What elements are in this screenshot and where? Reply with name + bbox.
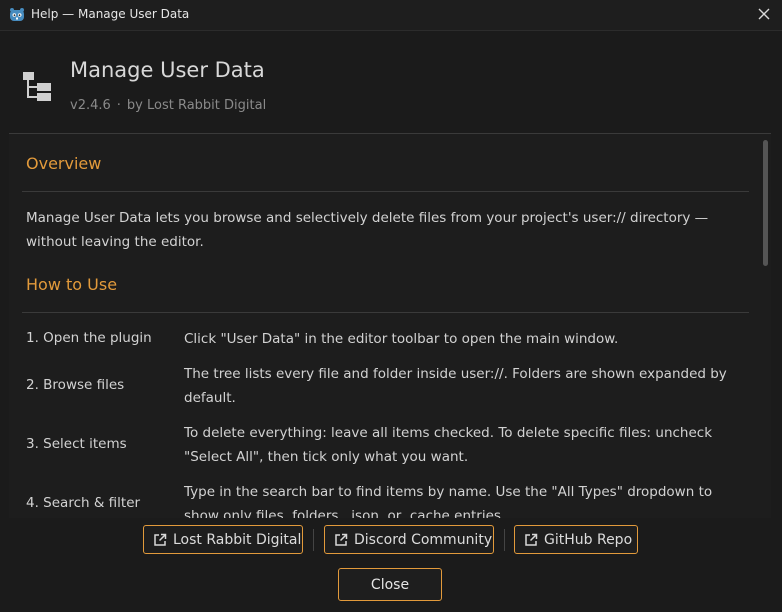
step-description: The tree lists every file and folder ins… [184, 366, 727, 406]
link-label: Lost Rabbit Digital [173, 531, 302, 548]
dialog-footer: Lost Rabbit Digital Discord Community Gi… [0, 518, 782, 612]
help-content-scroll[interactable]: Overview Manage User Data lets you brows… [9, 133, 771, 519]
title-bar: Help — Manage User Data [0, 0, 782, 31]
github-repo-link-button[interactable]: GitHub Repo [514, 525, 638, 554]
divider [22, 312, 749, 313]
discord-community-link-button[interactable]: Discord Community [324, 525, 494, 554]
separator: · [116, 98, 121, 113]
how-to-use-heading: How to Use [26, 275, 118, 294]
separator [313, 529, 314, 551]
step-description: To delete everything: leave all items ch… [184, 425, 713, 465]
vertical-scrollbar[interactable] [763, 138, 769, 514]
version-label: v2.4.6 [70, 98, 111, 113]
step-label: 4. Search & filter [26, 495, 141, 511]
close-button[interactable]: Close [338, 568, 442, 601]
external-link-icon [154, 533, 167, 546]
close-window-icon[interactable] [756, 6, 772, 22]
link-label: GitHub Repo [544, 531, 633, 548]
step-description: Type in the search bar to find items by … [184, 484, 713, 519]
external-link-icon [525, 533, 538, 546]
step-label: 3. Select items [26, 436, 127, 452]
overview-text: Manage User Data lets you browse and sel… [26, 210, 709, 250]
external-link-icon [335, 533, 348, 546]
divider [22, 191, 749, 192]
plugin-subtitle: v2.4.6 · by Lost Rabbit Digital [70, 98, 266, 113]
plugin-title: Manage User Data [70, 58, 265, 82]
window-title: Help — Manage User Data [31, 7, 190, 21]
step-label: 1. Open the plugin [26, 330, 152, 346]
link-label: Discord Community [354, 531, 493, 548]
author-label: by Lost Rabbit Digital [126, 98, 267, 113]
separator [504, 529, 505, 551]
scrollbar-thumb[interactable] [763, 140, 768, 266]
step-label: 2. Browse files [26, 377, 125, 393]
plugin-header [0, 31, 782, 133]
file-tree-icon [23, 72, 51, 101]
overview-heading: Overview [26, 154, 102, 173]
godot-app-icon [10, 8, 24, 21]
lost-rabbit-digital-link-button[interactable]: Lost Rabbit Digital [143, 525, 303, 554]
step-description: Click "User Data" in the editor toolbar … [184, 331, 619, 347]
